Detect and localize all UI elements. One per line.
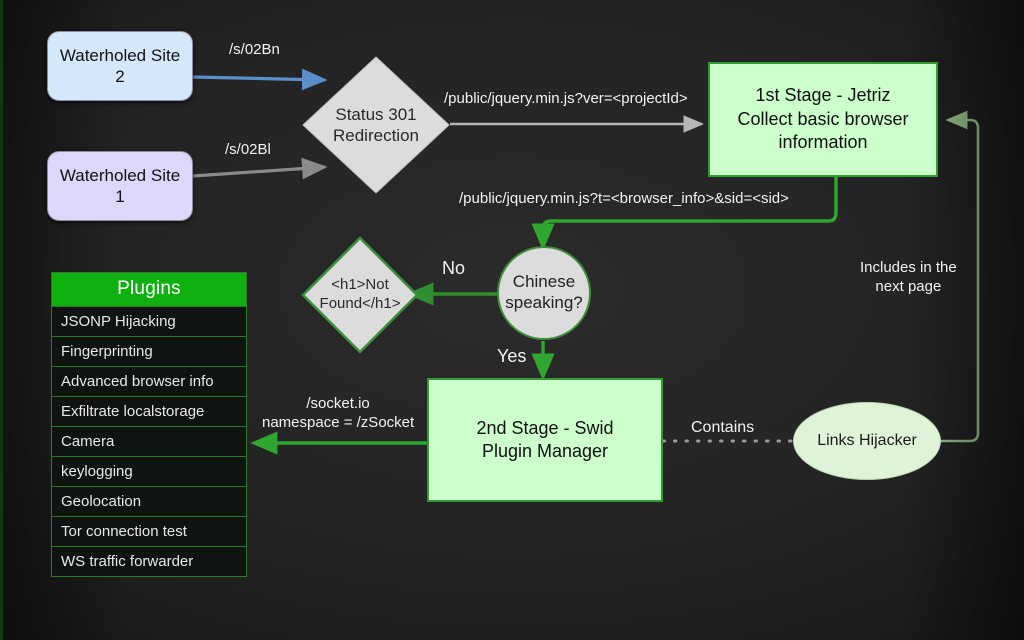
plugins-table-row[interactable]: Tor connection test	[52, 517, 246, 547]
node-not-found[interactable]: <h1>Not Found</h1>	[301, 236, 419, 354]
plugins-table-row[interactable]: WS traffic forwarder	[52, 547, 246, 576]
edge-label-stage2-to-plugins: /socket.io namespace = /zSocket	[262, 395, 415, 431]
node-status-301-redirection[interactable]: Status 301 Redirection	[301, 55, 451, 195]
node-first-stage-jetriz[interactable]: 1st Stage - Jetriz Collect basic browser…	[708, 62, 938, 177]
edge-stage1-to-decision	[531, 174, 838, 251]
plugins-table[interactable]: Plugins JSONP Hijacking Fingerprinting A…	[51, 272, 247, 577]
plugins-table-row[interactable]: Geolocation	[52, 487, 246, 517]
diamond-shape	[302, 56, 450, 194]
node-chinese-speaking-decision[interactable]: Chinese speaking?	[497, 246, 591, 340]
node-second-stage-swid-label: 2nd Stage - Swid Plugin Manager	[476, 417, 614, 461]
plugins-table-row[interactable]: Fingerprinting	[52, 337, 246, 367]
node-links-hijacker[interactable]: Links Hijacker	[793, 402, 941, 480]
edge-label-site1-to-redirect: /s/02Bl	[225, 141, 271, 158]
node-second-stage-swid[interactable]: 2nd Stage - Swid Plugin Manager	[427, 378, 663, 502]
plugins-table-row[interactable]: Exfiltrate localstorage	[52, 397, 246, 427]
node-waterholed-site-2-label: Waterholed Site 2	[59, 45, 181, 86]
edge-label-redirect-to-stage1: /public/jquery.min.js?ver=<projectId>	[444, 90, 688, 107]
plugins-table-row[interactable]: keylogging	[52, 457, 246, 487]
plugins-table-header: Plugins	[52, 273, 246, 307]
node-waterholed-site-1-label: Waterholed Site 1	[59, 165, 181, 206]
edge-label-stage1-to-decision: /public/jquery.min.js?t=<browser_info>&s…	[459, 190, 789, 207]
edge-label-hijacker-to-stage1: Includes in the next page	[860, 259, 957, 295]
plugins-table-row[interactable]: JSONP Hijacking	[52, 307, 246, 337]
diagram-canvas: Waterholed Site 2 Waterholed Site 1 Stat…	[0, 0, 1024, 640]
edge-label-decision-no: No	[442, 258, 466, 278]
node-waterholed-site-2[interactable]: Waterholed Site 2	[47, 31, 193, 101]
node-first-stage-jetriz-label: 1st Stage - Jetriz Collect basic browser…	[737, 85, 909, 153]
diamond-shape	[301, 236, 419, 354]
node-waterholed-site-1[interactable]: Waterholed Site 1	[47, 151, 193, 221]
plugins-table-row[interactable]: Camera	[52, 427, 246, 457]
edge-label-stage2-to-hijacker: Contains	[691, 419, 755, 436]
edge-label-site2-to-redirect: /s/02Bn	[229, 41, 280, 58]
node-links-hijacker-label: Links Hijacker	[817, 432, 917, 449]
edge-label-decision-yes: Yes	[497, 346, 527, 366]
node-chinese-speaking-label: Chinese speaking?	[505, 272, 583, 312]
plugins-table-row[interactable]: Advanced browser info	[52, 367, 246, 397]
